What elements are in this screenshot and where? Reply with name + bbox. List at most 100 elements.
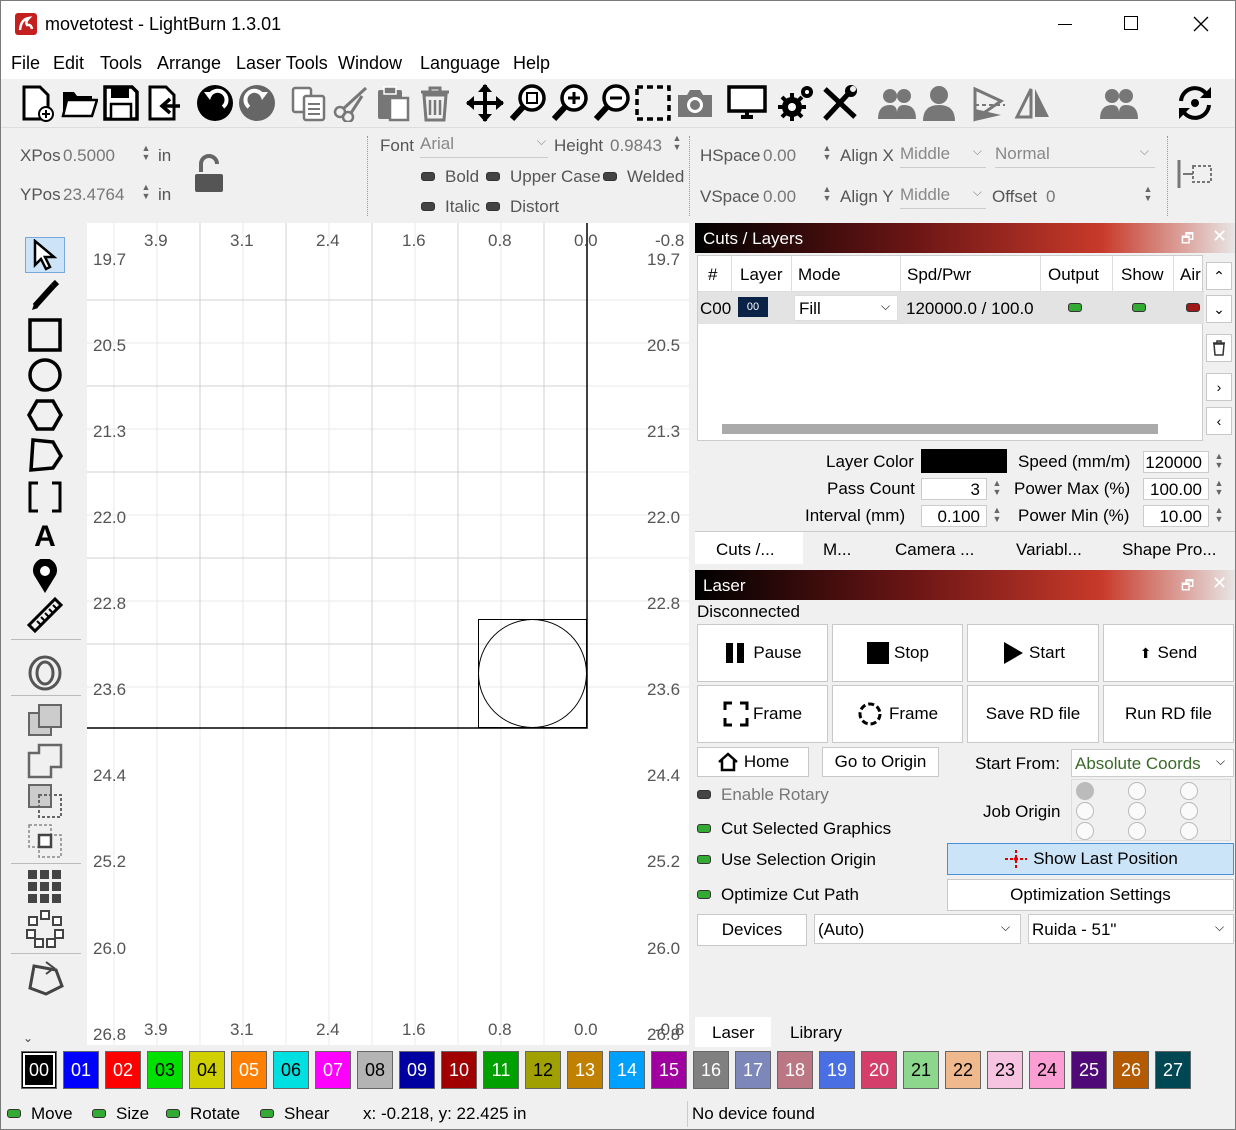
menu-help[interactable]: Help: [513, 53, 550, 74]
float-panel-icon[interactable]: 🗗: [1181, 228, 1194, 252]
size-toggle[interactable]: [92, 1109, 106, 1118]
palette-swatch-03[interactable]: 03: [147, 1051, 183, 1089]
mode-select[interactable]: Fill ⌵: [794, 295, 898, 321]
power-min-input[interactable]: 10.00: [1143, 505, 1209, 527]
horizontal-scrollbar[interactable]: [722, 424, 1158, 434]
tab-move[interactable]: M...: [823, 540, 851, 560]
new-file-icon[interactable]: [17, 83, 57, 123]
pentagon-tool-icon[interactable]: [25, 437, 65, 473]
move-toggle[interactable]: [7, 1109, 21, 1118]
height-input[interactable]: 0.9843: [610, 136, 662, 156]
palette-swatch-09[interactable]: 09: [399, 1051, 435, 1089]
collapse-layer-button[interactable]: ‹: [1206, 407, 1232, 435]
delete-layer-button[interactable]: [1206, 334, 1232, 362]
refresh-icon[interactable]: [1175, 83, 1215, 123]
palette-swatch-05[interactable]: 05: [231, 1051, 267, 1089]
minimize-button[interactable]: [1047, 11, 1083, 37]
vspace-spinner[interactable]: ▲ ▼: [820, 185, 834, 205]
palette-swatch-02[interactable]: 02: [105, 1051, 141, 1089]
ypos-input[interactable]: 23.4764: [63, 185, 124, 205]
cut-selected-toggle[interactable]: [697, 824, 711, 833]
palette-swatch-12[interactable]: 12: [525, 1051, 561, 1089]
devices-button[interactable]: Devices: [697, 914, 807, 946]
port-select[interactable]: (Auto) ⌵: [814, 914, 1021, 944]
float-panel-icon[interactable]: 🗗: [1181, 575, 1194, 599]
save-icon[interactable]: [101, 83, 141, 123]
mirror-horizontal-icon[interactable]: [969, 83, 1009, 123]
upper-case-toggle[interactable]: [486, 172, 500, 181]
menu-tools[interactable]: Tools: [100, 53, 142, 74]
import-icon[interactable]: [143, 83, 183, 123]
send-button[interactable]: ⬆ Send: [1103, 624, 1234, 682]
tab-cuts[interactable]: Cuts /...: [695, 532, 803, 564]
frame-circle-button[interactable]: Frame: [832, 685, 963, 743]
device-select[interactable]: Ruida - 51" ⌵: [1028, 914, 1234, 944]
boolean-union-icon[interactable]: [25, 743, 65, 779]
save-rd-button[interactable]: Save RD file: [967, 685, 1099, 743]
palette-swatch-27[interactable]: 27: [1155, 1051, 1191, 1089]
ypos-spinner[interactable]: ▲ ▼: [139, 183, 153, 203]
stop-button[interactable]: Stop: [832, 624, 963, 682]
palette-swatch-23[interactable]: 23: [987, 1051, 1023, 1089]
zoom-frame-icon[interactable]: [633, 83, 673, 123]
hspace-input[interactable]: 0.00: [763, 146, 796, 166]
user-icon[interactable]: [919, 83, 959, 123]
ellipse-tool-icon[interactable]: [25, 357, 65, 393]
palette-swatch-08[interactable]: 08: [357, 1051, 393, 1089]
boolean-subtract-icon[interactable]: [25, 783, 65, 819]
palette-swatch-25[interactable]: 25: [1071, 1051, 1107, 1089]
text-tool-icon[interactable]: A: [25, 519, 65, 555]
undo-icon[interactable]: [195, 83, 235, 123]
text-path-icon[interactable]: [1177, 158, 1215, 190]
menu-window[interactable]: Window: [338, 53, 402, 74]
zoom-in-icon[interactable]: [551, 83, 591, 123]
start-button[interactable]: Start: [967, 624, 1099, 682]
origin-radio-mid-right[interactable]: [1180, 802, 1198, 820]
circular-array-icon[interactable]: [25, 910, 65, 948]
show-last-position-button[interactable]: Show Last Position: [947, 843, 1234, 875]
speed-spinner[interactable]: ▲ ▼: [1212, 452, 1226, 472]
redo-icon[interactable]: [237, 83, 277, 123]
design-canvas[interactable]: 3.9 3.1 2.4 1.6 0.8 0.0 -0.8 3.9 3.1 2.4…: [87, 223, 689, 1045]
power-max-spinner[interactable]: ▲ ▼: [1212, 479, 1226, 499]
node-edit-icon[interactable]: [25, 961, 65, 997]
tab-variable-text[interactable]: Variabl...: [1016, 540, 1082, 560]
expand-layer-button[interactable]: ›: [1206, 373, 1232, 401]
monitor-icon[interactable]: [727, 83, 767, 123]
delete-icon[interactable]: [415, 83, 455, 123]
offset-input[interactable]: 0: [1046, 187, 1055, 207]
open-folder-icon[interactable]: [59, 83, 99, 123]
move-icon[interactable]: [465, 83, 505, 123]
hspace-spinner[interactable]: ▲ ▼: [820, 144, 834, 164]
font-select[interactable]: Arial ⌵: [420, 134, 548, 158]
origin-radio-top-left[interactable]: [1076, 782, 1094, 800]
pencil-tool-icon[interactable]: [25, 277, 65, 313]
table-row[interactable]: C00 00 Fill ⌵ 120000.0 / 100.0: [698, 292, 1204, 324]
origin-radio-top-right[interactable]: [1180, 782, 1198, 800]
group-icon[interactable]: [877, 83, 917, 123]
close-window-button[interactable]: [1183, 11, 1219, 37]
tab-shape-properties[interactable]: Shape Pro...: [1122, 540, 1217, 560]
palette-swatch-21[interactable]: 21: [903, 1051, 939, 1089]
bracket-tool-icon[interactable]: [25, 479, 65, 515]
polygon-tool-icon[interactable]: [25, 397, 65, 433]
ungroup-icon[interactable]: [1099, 83, 1139, 123]
origin-radio-top-center[interactable]: [1128, 782, 1146, 800]
distort-toggle[interactable]: [486, 202, 500, 211]
pause-button[interactable]: Pause: [697, 624, 828, 682]
position-tool-icon[interactable]: [25, 559, 65, 595]
menu-file[interactable]: File: [11, 53, 40, 74]
origin-radio-mid-left[interactable]: [1076, 802, 1094, 820]
cut-icon[interactable]: [331, 83, 371, 123]
zoom-selection-icon[interactable]: [509, 83, 549, 123]
palette-swatch-10[interactable]: 10: [441, 1051, 477, 1089]
enable-rotary-toggle[interactable]: [697, 790, 711, 799]
settings-icon[interactable]: [777, 83, 817, 123]
camera-icon[interactable]: [675, 83, 715, 123]
palette-swatch-01[interactable]: 01: [63, 1051, 99, 1089]
frame-button[interactable]: Frame: [697, 685, 828, 743]
palette-swatch-24[interactable]: 24: [1029, 1051, 1065, 1089]
palette-swatch-14[interactable]: 14: [609, 1051, 645, 1089]
run-rd-button[interactable]: Run RD file: [1103, 685, 1234, 743]
pass-count-input[interactable]: 3: [921, 478, 987, 500]
